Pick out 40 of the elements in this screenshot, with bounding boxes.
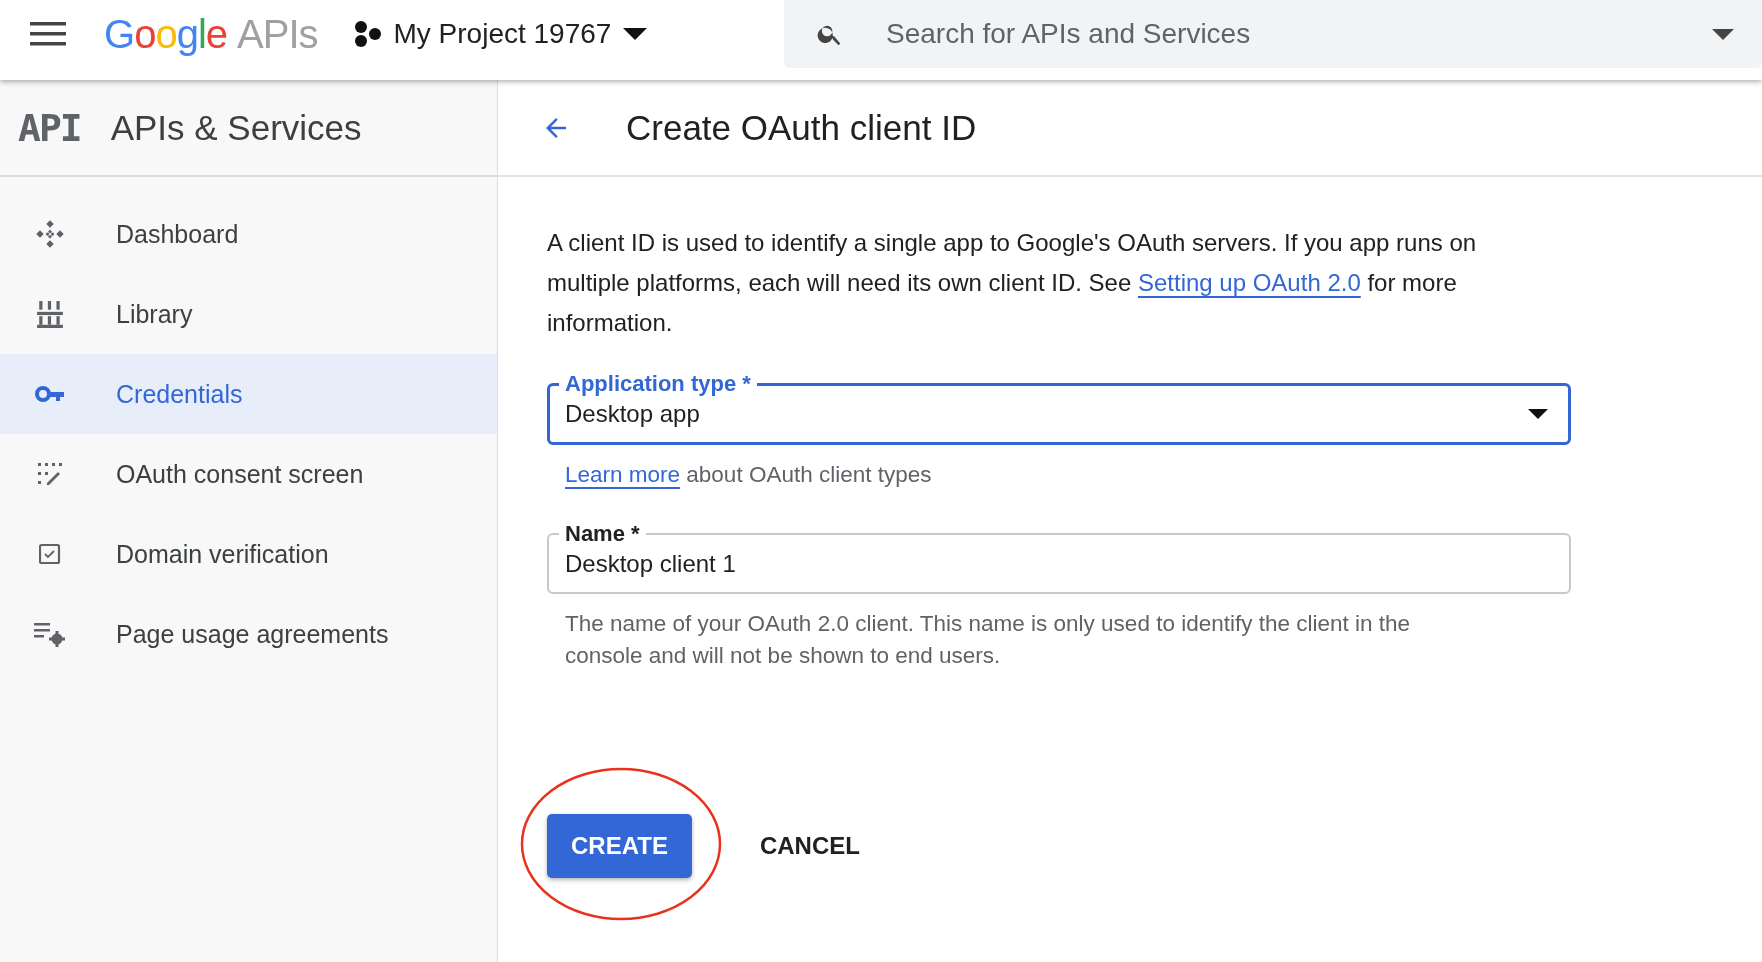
sidebar-item-label: Dashboard — [116, 219, 239, 249]
sidebar-item-label: Domain verification — [116, 539, 329, 569]
sidebar-item[interactable]: Page usage agreements — [0, 594, 497, 674]
library-icon — [37, 300, 63, 328]
key-icon — [35, 385, 65, 403]
learn-more-link[interactable]: Learn more — [565, 462, 681, 487]
sidebar-item[interactable]: Credentials — [0, 354, 497, 434]
page-title: Create OAuth client ID — [626, 107, 977, 148]
project-selector[interactable]: My Project 19767 — [347, 18, 654, 50]
menu-icon[interactable] — [30, 22, 66, 46]
cancel-button[interactable]: CANCEL — [735, 814, 884, 878]
checkbox-icon — [39, 543, 61, 565]
sidebar-item-label: OAuth consent screen — [116, 459, 364, 489]
setup-link[interactable]: Setting up OAuth 2.0 — [1137, 269, 1361, 296]
create-button[interactable]: CREATE — [547, 814, 692, 878]
sidebar-item-label: Credentials — [116, 379, 243, 409]
hexagons-icon — [353, 21, 382, 47]
api-logo: API — [18, 105, 81, 150]
help-text: The name of your OAuth 2.0 client. This name is only used to identify the client in the console and will not be shown to end users. — [565, 610, 1412, 670]
field-label: Name * — [564, 521, 641, 547]
section-title: APIs & Services — [110, 107, 362, 148]
intro-paragraph: A client ID is used to identify a single app to Google's OAuth servers. If you app runs on multiple platforms, each will need its own client ID. See Setting up OAuth 2.0 for more information. — [547, 228, 1478, 338]
dashboard-icon — [35, 219, 65, 249]
dropdown-caret-icon — [623, 28, 648, 40]
dropdown-caret-icon[interactable] — [1712, 28, 1734, 40]
search-bar[interactable]: Search for APIs and Services — [784, 0, 1762, 68]
logo[interactable]: Google APIs — [104, 11, 318, 57]
sidebar-item-label: Library — [116, 299, 193, 329]
list-gear-icon — [34, 621, 66, 647]
sidebar-item[interactable]: Dashboard — [0, 194, 497, 274]
search-field[interactable]: Search for APIs and Services — [884, 17, 1672, 51]
field-label: Application type * — [564, 371, 752, 397]
sidebar-item[interactable]: OAuth consent screen — [0, 434, 497, 514]
dropdown-caret-icon — [1528, 408, 1548, 419]
sidebar-item[interactable]: Library — [0, 274, 497, 354]
help-text: Learn more about OAuth client types — [565, 461, 933, 489]
sidebar-item[interactable]: Domain verification — [0, 514, 497, 594]
sidebar-item-label: Page usage agreements — [116, 619, 389, 649]
name-input[interactable]: Desktop client 1 — [565, 549, 1548, 578]
dotted-pencil-icon — [38, 463, 62, 485]
